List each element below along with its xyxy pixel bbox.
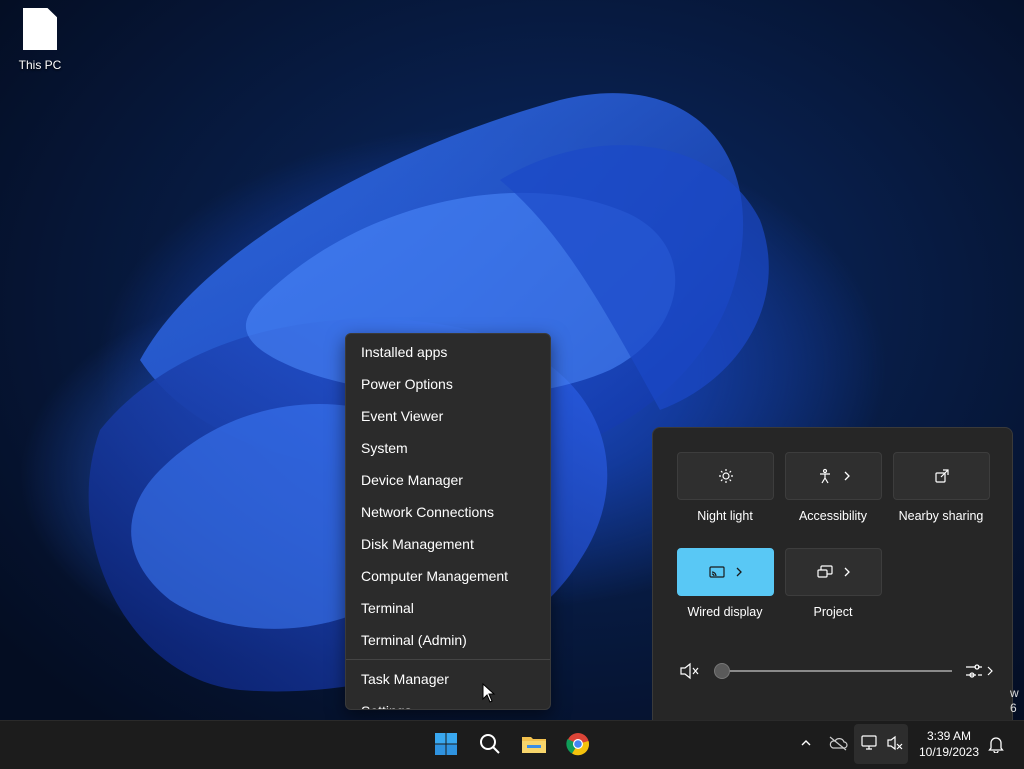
file-icon [23, 8, 57, 50]
menu-item-settings[interactable]: Settings [346, 695, 550, 709]
volume-muted-icon[interactable] [679, 662, 699, 680]
nearby-sharing-tile[interactable] [893, 452, 990, 500]
wired-display-tile[interactable] [677, 548, 774, 596]
accessibility-label: Accessibility [798, 509, 868, 523]
menu-item-event-viewer[interactable]: Event Viewer [346, 400, 550, 432]
night-light-tile[interactable] [677, 452, 774, 500]
chrome-icon [566, 733, 590, 756]
desktop-icon-this-pc[interactable]: This PC [14, 8, 66, 72]
chevron-right-icon [844, 471, 850, 481]
search-button[interactable] [470, 720, 510, 768]
menu-item-task-manager[interactable]: Task Manager [346, 663, 550, 695]
start-icon [435, 733, 457, 755]
menu-item-network-connections[interactable]: Network Connections [346, 496, 550, 528]
taskbar-clock[interactable]: 3:39 AM 10/19/2023 [914, 728, 984, 760]
project-label: Project [813, 605, 853, 619]
chevron-up-icon[interactable] [800, 737, 812, 749]
chevron-right-icon [736, 567, 742, 577]
night-light-label: Night light [697, 509, 753, 523]
menu-item-disk-management[interactable]: Disk Management [346, 528, 550, 560]
menu-item-computer-management[interactable]: Computer Management [346, 560, 550, 592]
nearby-sharing-label: Nearby sharing [898, 509, 984, 523]
menu-item-device-manager[interactable]: Device Manager [346, 464, 550, 496]
notification-bell-icon[interactable] [988, 735, 1004, 753]
menu-item-terminal-admin[interactable]: Terminal (Admin) [346, 624, 550, 656]
file-explorer-button[interactable] [514, 720, 554, 768]
menu-item-terminal[interactable]: Terminal [346, 592, 550, 624]
menu-item-power-options[interactable]: Power Options [346, 368, 550, 400]
clock-date: 10/19/2023 [918, 745, 980, 759]
accessibility-tile[interactable] [785, 452, 882, 500]
night-light-icon [718, 469, 733, 483]
edge-text: w 6 [1010, 686, 1019, 715]
mouse-cursor-icon [482, 683, 496, 703]
onedrive-offline-icon[interactable] [828, 735, 848, 751]
share-icon [934, 469, 949, 483]
audio-output-icon[interactable] [964, 662, 994, 680]
chevron-right-icon [844, 567, 850, 577]
volume-slider-track[interactable] [720, 670, 952, 672]
menu-separator [346, 659, 550, 660]
volume-slider-knob[interactable] [714, 663, 730, 679]
cast-icon [708, 566, 725, 578]
search-icon [480, 734, 500, 754]
volume-mute-icon [887, 735, 903, 751]
menu-item-installed-apps[interactable]: Installed apps [346, 336, 550, 368]
desktop-icon-label: This PC [18, 58, 62, 72]
network-icon [861, 735, 877, 750]
project-tile[interactable] [785, 548, 882, 596]
accessibility-icon [819, 468, 830, 484]
project-icon [816, 565, 833, 578]
file-explorer-icon [522, 737, 546, 753]
clock-time: 3:39 AM [926, 729, 972, 743]
start-button[interactable] [426, 720, 466, 768]
menu-item-system[interactable]: System [346, 432, 550, 464]
chrome-button[interactable] [558, 720, 598, 768]
winx-context-menu: Installed apps Power Options Event Viewe… [345, 333, 551, 710]
wired-display-label: Wired display [687, 605, 763, 619]
